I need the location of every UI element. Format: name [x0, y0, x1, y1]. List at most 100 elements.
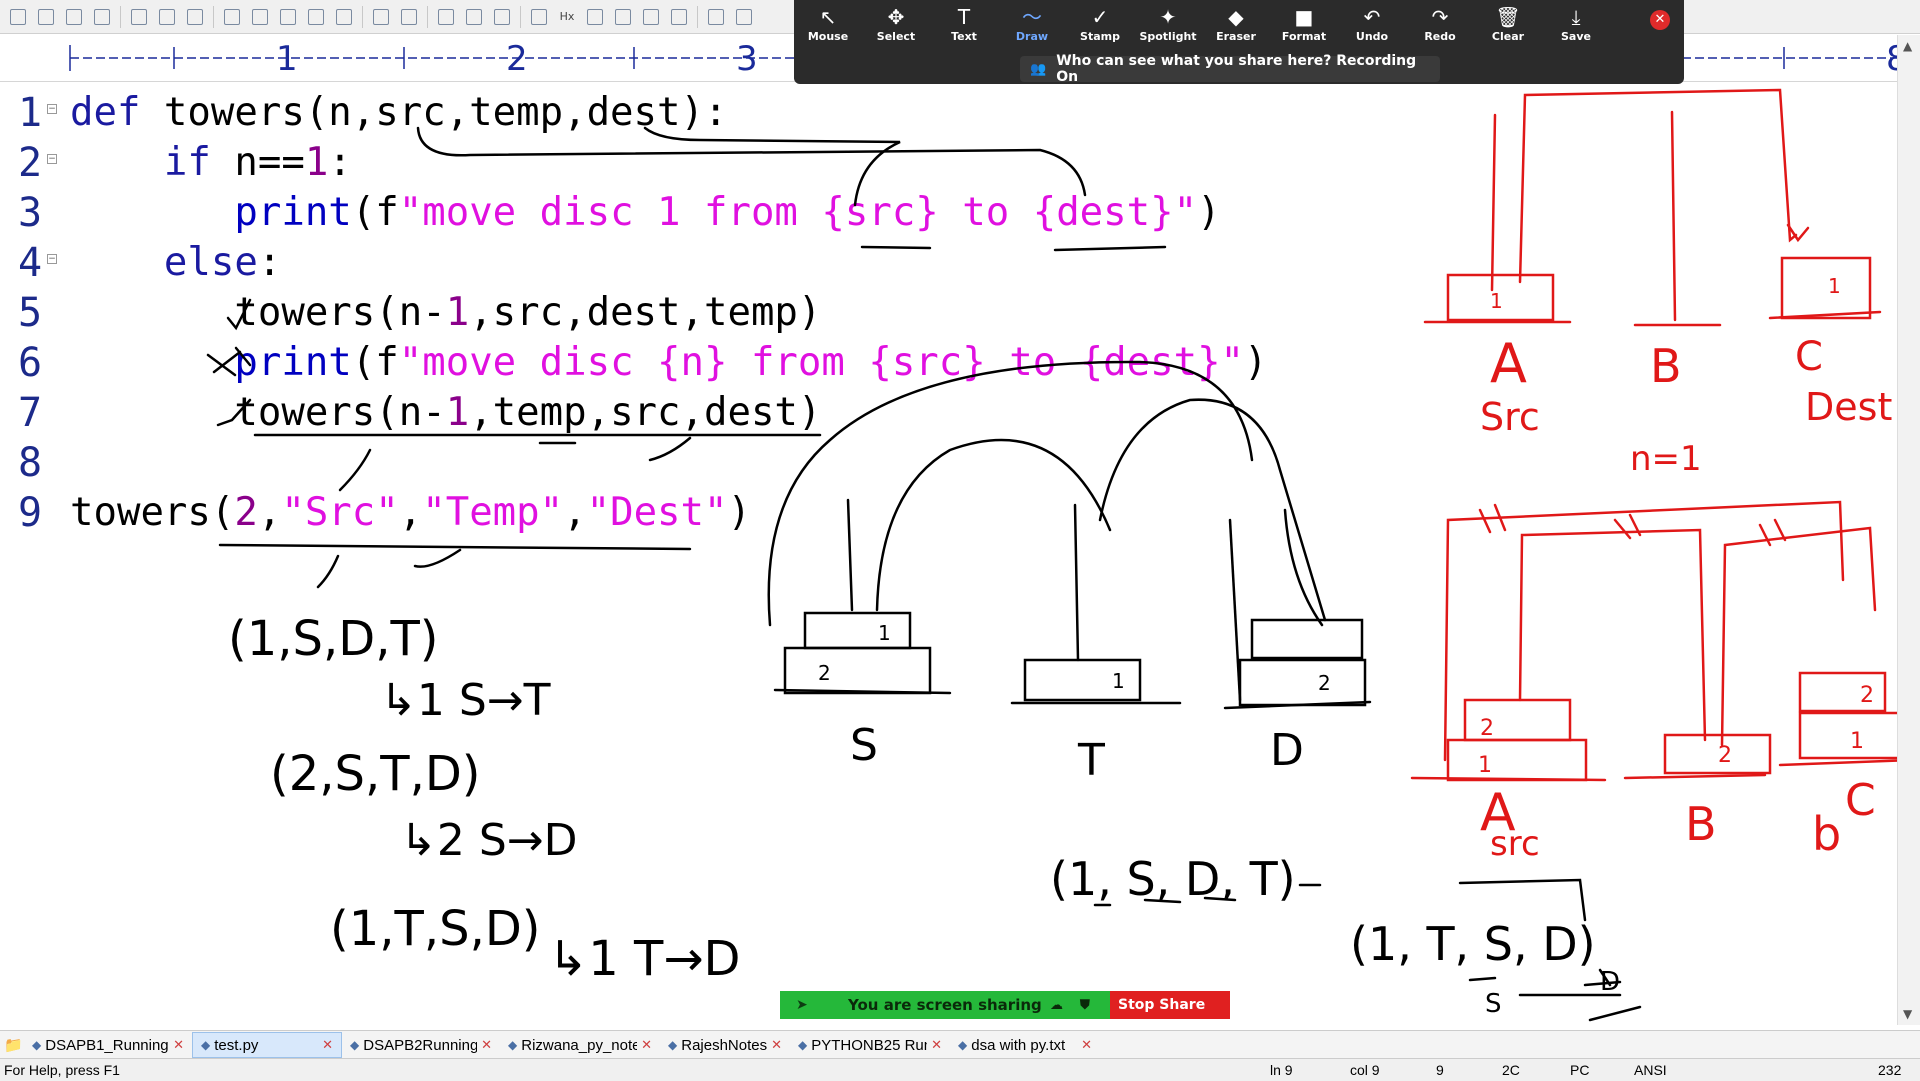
close-tab-icon[interactable]: ✕ [771, 1037, 782, 1053]
status-codepage: 2C [1502, 1062, 1520, 1078]
tool-clear[interactable]: 🗑 Clear [1474, 4, 1542, 52]
red-frame [1443, 500, 1845, 762]
disk-number: 2 [1318, 671, 1331, 695]
tool-stamp[interactable]: ✓ Stamp [1066, 4, 1134, 52]
disk-number: 1 [1112, 669, 1125, 693]
ink-connector [643, 126, 901, 207]
red-disk-1 [1446, 738, 1588, 782]
peg-label-s: S [850, 720, 878, 771]
tool-label: Eraser [1216, 30, 1256, 43]
ink-tick [538, 436, 692, 462]
red-base [1410, 776, 1607, 782]
file-tab[interactable]: ◆ test.py ✕ [192, 1032, 342, 1058]
sharing-indicator[interactable]: ➤ You are screen sharing ☁ ⛊ [780, 991, 1110, 1019]
ink-check [216, 398, 252, 427]
vertical-scrollbar[interactable]: ▲ ▼ [1897, 35, 1920, 1025]
close-icon[interactable]: ✕ [1650, 10, 1670, 30]
tool-label: Mouse [807, 30, 849, 43]
scroll-up-icon[interactable]: ▲ [1903, 39, 1912, 53]
eraser-icon: ◆ [1228, 5, 1244, 29]
close-tab-icon[interactable]: ✕ [1081, 1037, 1092, 1053]
tool-draw[interactable]: 〜 Draw [998, 4, 1066, 52]
close-tab-icon[interactable]: ✕ [641, 1037, 652, 1053]
ink-tick [316, 548, 462, 589]
red-disk-number: 2 [1860, 683, 1874, 708]
close-tab-icon[interactable]: ✕ [173, 1037, 184, 1053]
tool-save[interactable]: ⤓ Save [1542, 4, 1610, 52]
red-label-b-small: b [1812, 807, 1841, 861]
tool-eraser[interactable]: ◆ Eraser [1202, 4, 1270, 52]
people-icon: 👥 [1030, 61, 1047, 77]
sharing-text: You are screen sharing [848, 996, 1042, 1014]
peg-label-d: D [1270, 725, 1304, 776]
format-icon: ■ [1294, 5, 1314, 29]
red-disk-1 [1780, 256, 1872, 320]
hw-move-3: ↳1 T→D [548, 931, 741, 987]
red-disk-number: 1 [1478, 753, 1492, 778]
red-disk-number: 2 [1480, 716, 1494, 741]
tool-spotlight[interactable]: ✦ Spotlight [1134, 4, 1202, 52]
stop-share-button[interactable]: Stop Share [1110, 991, 1230, 1019]
file-tab[interactable]: ◆ dsa with py.txt ✕ [950, 1032, 1100, 1058]
hw-move-1: ↳1 S→T [380, 675, 551, 726]
red-peg-a [1490, 113, 1497, 292]
tool-text[interactable]: T Text [930, 4, 998, 52]
file-tab-label: RajeshNotes.txt [681, 1036, 768, 1054]
annotation-tools: ↖ Mouse ✥ Select T Text 〜 Draw ✓ Stamp ✦ Spotlight ◆… [794, 4, 1610, 52]
status-count: 232 [1878, 1062, 1902, 1078]
close-tab-icon[interactable]: ✕ [322, 1037, 333, 1053]
scroll-down-icon[interactable]: ▼ [1903, 1007, 1912, 1021]
status-line: ln 9 [1270, 1062, 1293, 1078]
file-tab[interactable]: ◆DSAPB2RunningNo✕ [342, 1032, 500, 1058]
tool-label: Format [1281, 30, 1327, 43]
download-icon: ⤓ [1571, 5, 1581, 29]
recording-notice[interactable]: 👥 Who can see what you share here? Recor… [1020, 53, 1440, 85]
close-tab-icon[interactable]: ✕ [931, 1037, 942, 1053]
hw-call-2: (2,S,T,D) [270, 746, 481, 802]
file-icon: ◆ [958, 1038, 968, 1052]
cloud-icon: ☁ [1050, 997, 1063, 1013]
ink-check [226, 298, 252, 331]
tool-label: Text [951, 30, 977, 43]
tool-format[interactable]: ■ Format [1270, 4, 1338, 52]
status-line-ending: PC [1570, 1062, 1590, 1078]
file-tab[interactable]: ◆Rizwana_py_notes.t✕ [500, 1032, 660, 1058]
tool-label: Draw [1015, 30, 1049, 43]
redo-icon: ↷ [1431, 5, 1449, 29]
ink-connector [416, 126, 1087, 197]
tool-redo[interactable]: ↷ Redo [1406, 4, 1474, 52]
annotation-ink-layer: (1,S,D,T) ↳1 S→T (2,S,T,D) ↳2 S→D (1,T,S… [206, 88, 1914, 1022]
file-icon: ◆ [32, 1038, 42, 1052]
tool-label: Spotlight [1139, 30, 1197, 43]
status-encoding: ANSI [1634, 1062, 1667, 1078]
tool-label: Redo [1424, 30, 1456, 43]
pin-icon[interactable]: ➤ [796, 997, 808, 1013]
tool-label: Stamp [1080, 30, 1120, 43]
red-disk-number: 1 [1850, 729, 1864, 754]
red-label-c2: C [1845, 775, 1876, 826]
disk-number: 1 [878, 621, 891, 645]
undo-icon: ↶ [1363, 5, 1381, 29]
red-label-src2: src [1490, 824, 1540, 864]
file-tab[interactable]: ◆RajeshNotes.txt✕ [660, 1032, 790, 1058]
tool-select[interactable]: ✥ Select [862, 4, 930, 52]
close-tab-icon[interactable]: ✕ [481, 1037, 492, 1053]
file-tab[interactable]: ◆DSAPB1_RunningNo✕ [24, 1032, 192, 1058]
ink-arc [767, 360, 1254, 627]
disk-2 [1238, 658, 1367, 707]
red-disk-number: 1 [1828, 274, 1841, 298]
red-base [1623, 773, 1767, 780]
file-tab-bar: 📁 ◆DSAPB1_RunningNo✕◆test.py✕◆DSAPB2Runn… [0, 1030, 1920, 1059]
file-tab-label: DSAPB1_RunningNo [45, 1036, 169, 1054]
tool-undo[interactable]: ↶ Undo [1338, 4, 1406, 52]
file-tab[interactable]: ◆PYTHONB25 Runnin✕ [790, 1032, 950, 1058]
ink-black-text: (1,S,D,T) ↳1 S→T (2,S,T,D) ↳2 S→D (1,T,S… [228, 611, 1620, 1019]
folder-icon[interactable]: 📁 [0, 1032, 24, 1058]
cursor-icon: ↖ [819, 5, 837, 29]
ink-cross [206, 346, 252, 377]
file-tab-label: test.py [214, 1036, 259, 1054]
status-column: col 9 [1350, 1062, 1380, 1078]
tool-mouse[interactable]: ↖ Mouse [794, 4, 862, 52]
hw-call-4: (1, S, D, T) [1050, 852, 1296, 906]
ink-underline [1468, 968, 1622, 987]
